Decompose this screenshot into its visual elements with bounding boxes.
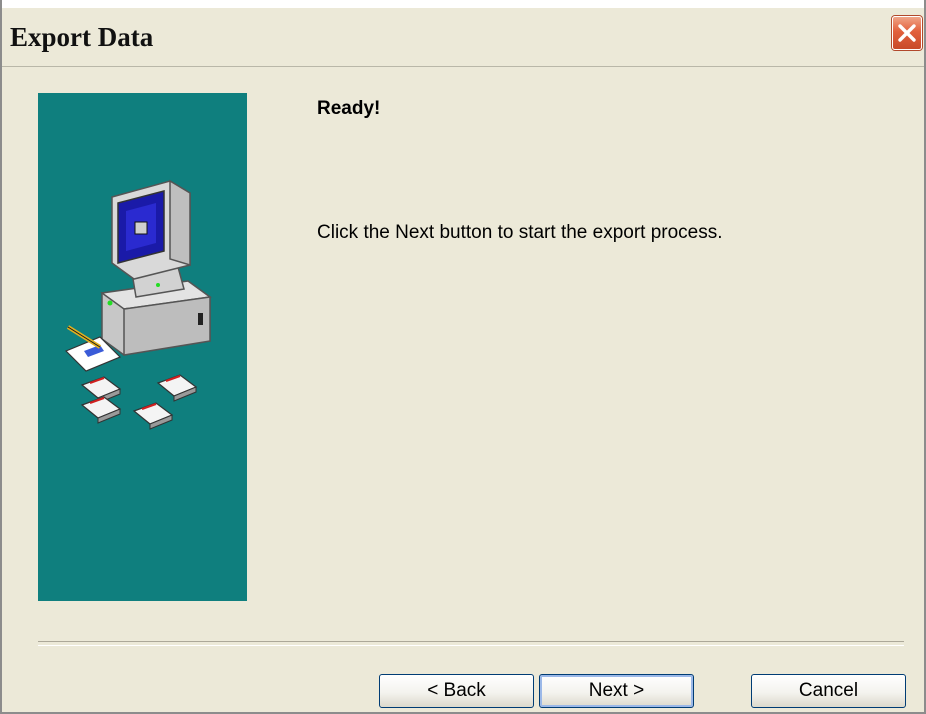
button-separator (38, 641, 904, 646)
cancel-button[interactable]: Cancel (751, 674, 906, 708)
title-bar: Export Data (2, 0, 924, 67)
computer-export-illustration (64, 179, 212, 430)
wizard-heading: Ready! (317, 98, 381, 119)
next-button[interactable]: Next > (539, 674, 694, 708)
wizard-side-panel (38, 93, 247, 601)
window-title: Export Data (10, 22, 154, 52)
title-bar-top-strip (2, 0, 924, 8)
wizard-message: Click the Next button to start the expor… (317, 222, 723, 243)
close-icon (898, 24, 916, 42)
close-button[interactable] (892, 16, 922, 50)
back-button[interactable]: < Back (379, 674, 534, 708)
export-data-dialog: Export Data Ready! Click the Next button… (0, 0, 926, 714)
